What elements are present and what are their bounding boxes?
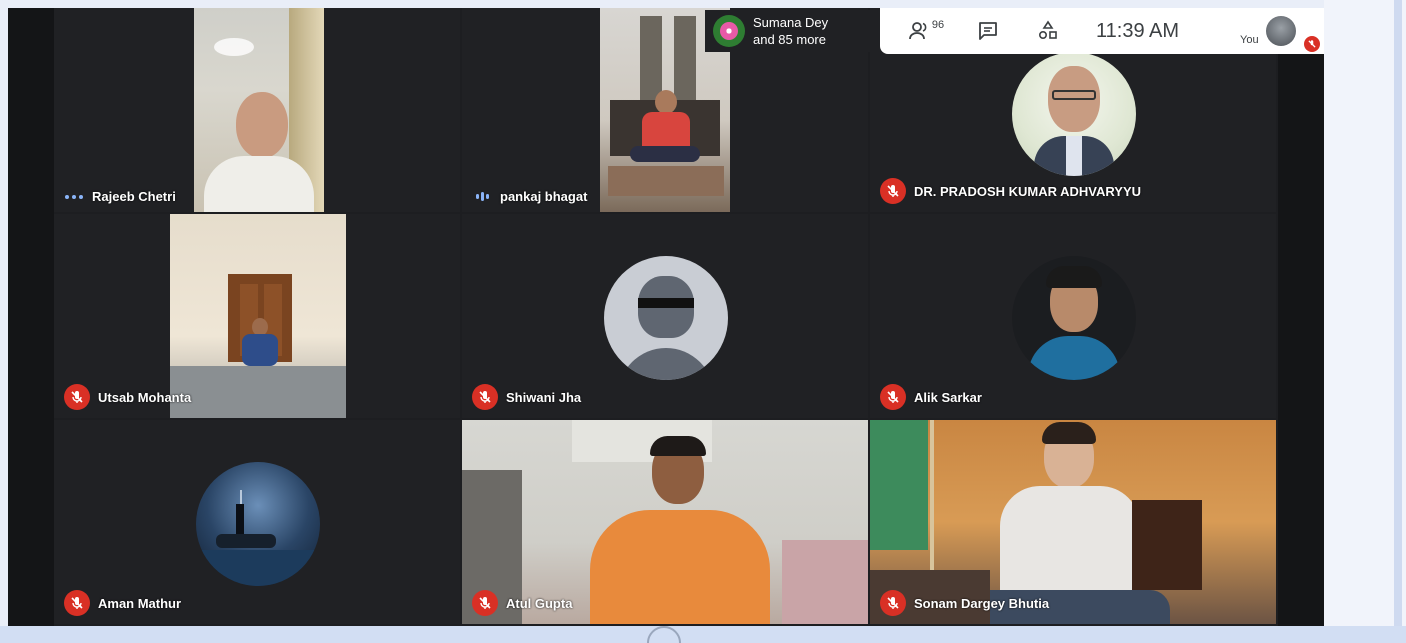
video-feed — [170, 214, 346, 418]
self-avatar — [1266, 16, 1296, 46]
self-mic-off-icon — [1304, 36, 1320, 52]
mic-off-icon — [880, 384, 906, 410]
participant-name: Atul Gupta — [506, 595, 573, 611]
bottom-control-bar — [0, 626, 1406, 643]
side-panel-edge — [1324, 0, 1406, 626]
participant-name: Rajeeb Chetri — [92, 189, 176, 204]
presenter-chip[interactable]: Sumana Dey and 85 more — [705, 10, 880, 52]
activities-button[interactable] — [1018, 8, 1078, 54]
participant-name: Shiwani Jha — [506, 389, 582, 405]
chat-button[interactable] — [958, 8, 1018, 54]
people-icon — [908, 22, 927, 40]
speaking-indicator-icon — [64, 194, 84, 199]
mic-off-icon — [880, 178, 906, 204]
participant-name: Utsab Mohanta — [98, 389, 192, 405]
chat-icon — [979, 22, 997, 40]
video-grid: Rajeeb Chetri pankaj bhagat DR. PRADOSH … — [8, 8, 1324, 626]
mic-off-icon — [472, 590, 498, 616]
participant-tile[interactable]: Shiwani Jha — [462, 214, 868, 418]
meeting-clock: 11:39 AM — [1096, 19, 1180, 42]
grid-left-margin — [8, 8, 54, 626]
flower-icon — [720, 22, 738, 40]
participant-photo — [1012, 256, 1136, 380]
participant-tile[interactable]: Atul Gupta — [462, 420, 868, 624]
participant-name: Aman Mathur — [98, 595, 182, 611]
participant-name: pankaj bhagat — [500, 189, 588, 204]
activities-icon — [1038, 20, 1057, 40]
participant-tile[interactable]: Utsab Mohanta — [54, 214, 460, 418]
participant-photo — [1012, 52, 1136, 176]
self-label: You — [1240, 34, 1259, 46]
participant-tile[interactable]: Sonam Dargey Bhutia — [870, 420, 1276, 624]
speaking-indicator-icon — [472, 192, 492, 201]
presenter-others: and 85 more — [753, 32, 826, 47]
self-view[interactable]: You — [1238, 8, 1324, 54]
presenter-avatar — [713, 15, 745, 47]
participant-avatar — [604, 256, 728, 380]
mic-off-icon — [64, 590, 90, 616]
participant-tile[interactable]: Aman Mathur — [54, 420, 460, 624]
presenter-name: Sumana Dey — [753, 15, 829, 30]
participant-name: Alik Sarkar — [914, 389, 982, 405]
meeting-window: Rajeeb Chetri pankaj bhagat DR. PRADOSH … — [0, 0, 1406, 643]
participant-count: 96 — [931, 19, 945, 31]
participant-photo — [196, 462, 320, 586]
participants-button[interactable]: 96 — [894, 8, 958, 54]
participant-name: DR. PRADOSH KUMAR ADHVARYYU — [914, 183, 1142, 199]
grid-right-margin — [1278, 8, 1324, 626]
mic-off-icon — [472, 384, 498, 410]
mic-off-icon — [64, 384, 90, 410]
participant-tile[interactable]: Alik Sarkar — [870, 214, 1276, 418]
video-feed — [194, 8, 324, 212]
participant-name: Sonam Dargey Bhutia — [914, 595, 1050, 611]
mic-off-icon — [880, 590, 906, 616]
participant-tile[interactable]: Rajeeb Chetri — [54, 8, 460, 212]
